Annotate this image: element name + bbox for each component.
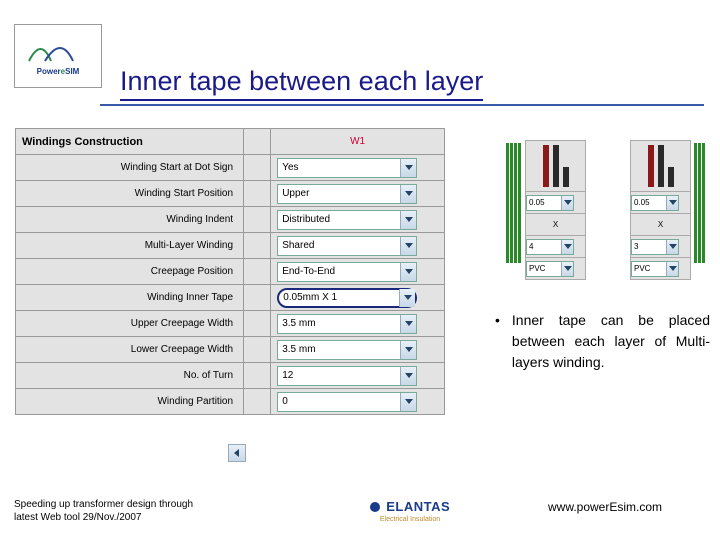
logo-text: PowereSIM <box>27 35 89 77</box>
multilayer-select[interactable]: Shared <box>277 236 417 256</box>
title-underline <box>100 104 704 106</box>
logo: PowereSIM <box>14 24 102 88</box>
mini-bars <box>526 141 585 191</box>
row-label: Winding Start Position <box>16 181 244 207</box>
table-header: Windings Construction <box>16 129 244 155</box>
table-row: Multi-Layer Winding Shared <box>16 233 445 259</box>
winding-dot-select[interactable]: Yes <box>277 158 417 178</box>
table-row: Upper Creepage Width 3.5 mm <box>16 311 445 337</box>
mini-table-1: 0.05 X 4 PVC <box>525 140 586 280</box>
page-title: Inner tape between each layer <box>120 66 483 101</box>
chevron-down-icon <box>400 367 416 385</box>
table-row: Winding Indent Distributed <box>16 207 445 233</box>
winding-start-select[interactable]: Upper <box>277 184 417 204</box>
bullet-text: Inner tape can be placed between each la… <box>512 310 710 373</box>
table-row: Winding Partition 0 <box>16 389 445 415</box>
table-row: Winding Start Position Upper <box>16 181 445 207</box>
partition-select[interactable]: 0 <box>277 392 417 412</box>
row-label: Winding Indent <box>16 207 244 233</box>
chevron-down-icon <box>400 185 416 203</box>
row-label: Winding Partition <box>16 389 244 415</box>
chevron-down-icon <box>400 393 416 411</box>
bullet-icon: • <box>495 310 500 373</box>
chevron-down-icon <box>400 211 416 229</box>
mini2-material[interactable]: PVC <box>631 261 679 277</box>
description-bullet: • Inner tape can be placed between each … <box>495 310 710 373</box>
row-label: Winding Inner Tape <box>16 285 244 311</box>
mini-bars <box>631 141 690 191</box>
footer-url: www.powerEsim.com <box>548 500 662 514</box>
mini1-x: X <box>526 214 586 236</box>
chevron-down-icon <box>400 341 416 359</box>
footer-left: Speeding up transformer design through l… <box>14 498 244 524</box>
row-label: Lower Creepage Width <box>16 337 244 363</box>
row-label: Winding Start at Dot Sign <box>16 155 244 181</box>
inner-tape-select[interactable]: 0.05mm X 1 <box>277 288 417 308</box>
row-label: Upper Creepage Width <box>16 311 244 337</box>
chevron-down-icon <box>400 315 416 333</box>
table-row: No. of Turn 12 <box>16 363 445 389</box>
mini1-layers[interactable]: 4 <box>526 239 574 255</box>
lower-creepage-select[interactable]: 3.5 mm <box>277 340 417 360</box>
mini-table-2: 0.05 X 3 PVC <box>630 140 691 280</box>
col-w1: W1 <box>271 129 445 155</box>
chevron-down-icon <box>400 263 416 281</box>
row-label: Multi-Layer Winding <box>16 233 244 259</box>
row-label: Creepage Position <box>16 259 244 285</box>
windings-table: Windings Construction W1 Winding Start a… <box>15 128 445 415</box>
footer-logo: ELANTAS Electrical Insulation <box>320 498 500 523</box>
scroll-left-button[interactable] <box>228 444 246 462</box>
mini1-material[interactable]: PVC <box>526 261 574 277</box>
creepage-pos-select[interactable]: End-To-End <box>277 262 417 282</box>
mini2-x: X <box>631 214 691 236</box>
table-row: Lower Creepage Width 3.5 mm <box>16 337 445 363</box>
winding-diagram-2 <box>694 143 705 263</box>
mini2-thickness[interactable]: 0.05 <box>631 195 679 211</box>
table-row: Winding Inner Tape 0.05mm X 1 <box>16 285 445 311</box>
table-row: Creepage Position End-To-End <box>16 259 445 285</box>
mini1-thickness[interactable]: 0.05 <box>526 195 574 211</box>
upper-creepage-select[interactable]: 3.5 mm <box>277 314 417 334</box>
mini2-layers[interactable]: 3 <box>631 239 679 255</box>
table-row: Winding Start at Dot Sign Yes <box>16 155 445 181</box>
chevron-down-icon <box>400 159 416 177</box>
winding-indent-select[interactable]: Distributed <box>277 210 417 230</box>
winding-diagram-1 <box>506 143 521 263</box>
num-turn-select[interactable]: 12 <box>277 366 417 386</box>
chevron-down-icon <box>399 289 415 307</box>
chevron-down-icon <box>400 237 416 255</box>
table-blank <box>244 129 271 155</box>
row-label: No. of Turn <box>16 363 244 389</box>
